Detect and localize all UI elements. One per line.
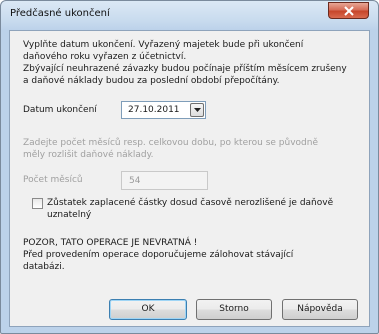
- warning-heading: POZOR, TATO OPERACE JE NEVRATNÁ !: [23, 238, 198, 248]
- intro-text-line3: Zbývající neuhrazené závazky budou počín…: [23, 64, 347, 74]
- dialog-window: Předčasné ukončení Vyplňte datum ukončen…: [0, 0, 379, 334]
- close-icon: [344, 6, 354, 16]
- window-title: Předčasné ukončení: [10, 8, 110, 19]
- ok-button[interactable]: OK: [109, 299, 187, 320]
- help-button[interactable]: Nápověda: [282, 299, 358, 320]
- close-button[interactable]: [328, 2, 369, 19]
- warning-text-line1: Před provedením operace doporučujeme zál…: [23, 250, 294, 260]
- dialog-content: Vyplňte datum ukončení. Vyřazený majetek…: [9, 30, 370, 327]
- months-value: 54: [129, 176, 141, 186]
- remainder-checkbox-label-line1[interactable]: Zůstatek zaplacené částky dosud časově n…: [47, 197, 333, 209]
- title-bar[interactable]: Předčasné ukončení: [1, 1, 378, 30]
- cancel-button[interactable]: Storno: [196, 299, 272, 320]
- end-date-label: Datum ukončení: [23, 105, 97, 115]
- end-date-dropdown-button[interactable]: [190, 103, 204, 117]
- remainder-checkbox-label-line2[interactable]: uznatelný: [47, 209, 91, 221]
- months-label: Počet měsíců: [23, 175, 83, 185]
- chevron-down-icon: [194, 108, 201, 112]
- intro-text-line4: a daňové náklady budou za poslední obdob…: [23, 76, 280, 86]
- months-info-line1: Zadejte počet měsíců resp. celkovou dobu…: [23, 138, 318, 148]
- warning-text-line2: databázi.: [23, 262, 65, 272]
- months-info-line2: měly rozlišit daňové náklady.: [23, 150, 154, 160]
- remainder-checkbox[interactable]: [32, 198, 43, 209]
- intro-text-line2: daňového roku vyřazen z účetnictví.: [23, 52, 187, 62]
- intro-text-line1: Vyplňte datum ukončení. Vyřazený majetek…: [23, 40, 304, 50]
- months-input[interactable]: 54: [121, 171, 208, 190]
- end-date-dropdown[interactable]: 27.10.2011: [121, 101, 206, 119]
- end-date-value: 27.10.2011: [128, 105, 180, 115]
